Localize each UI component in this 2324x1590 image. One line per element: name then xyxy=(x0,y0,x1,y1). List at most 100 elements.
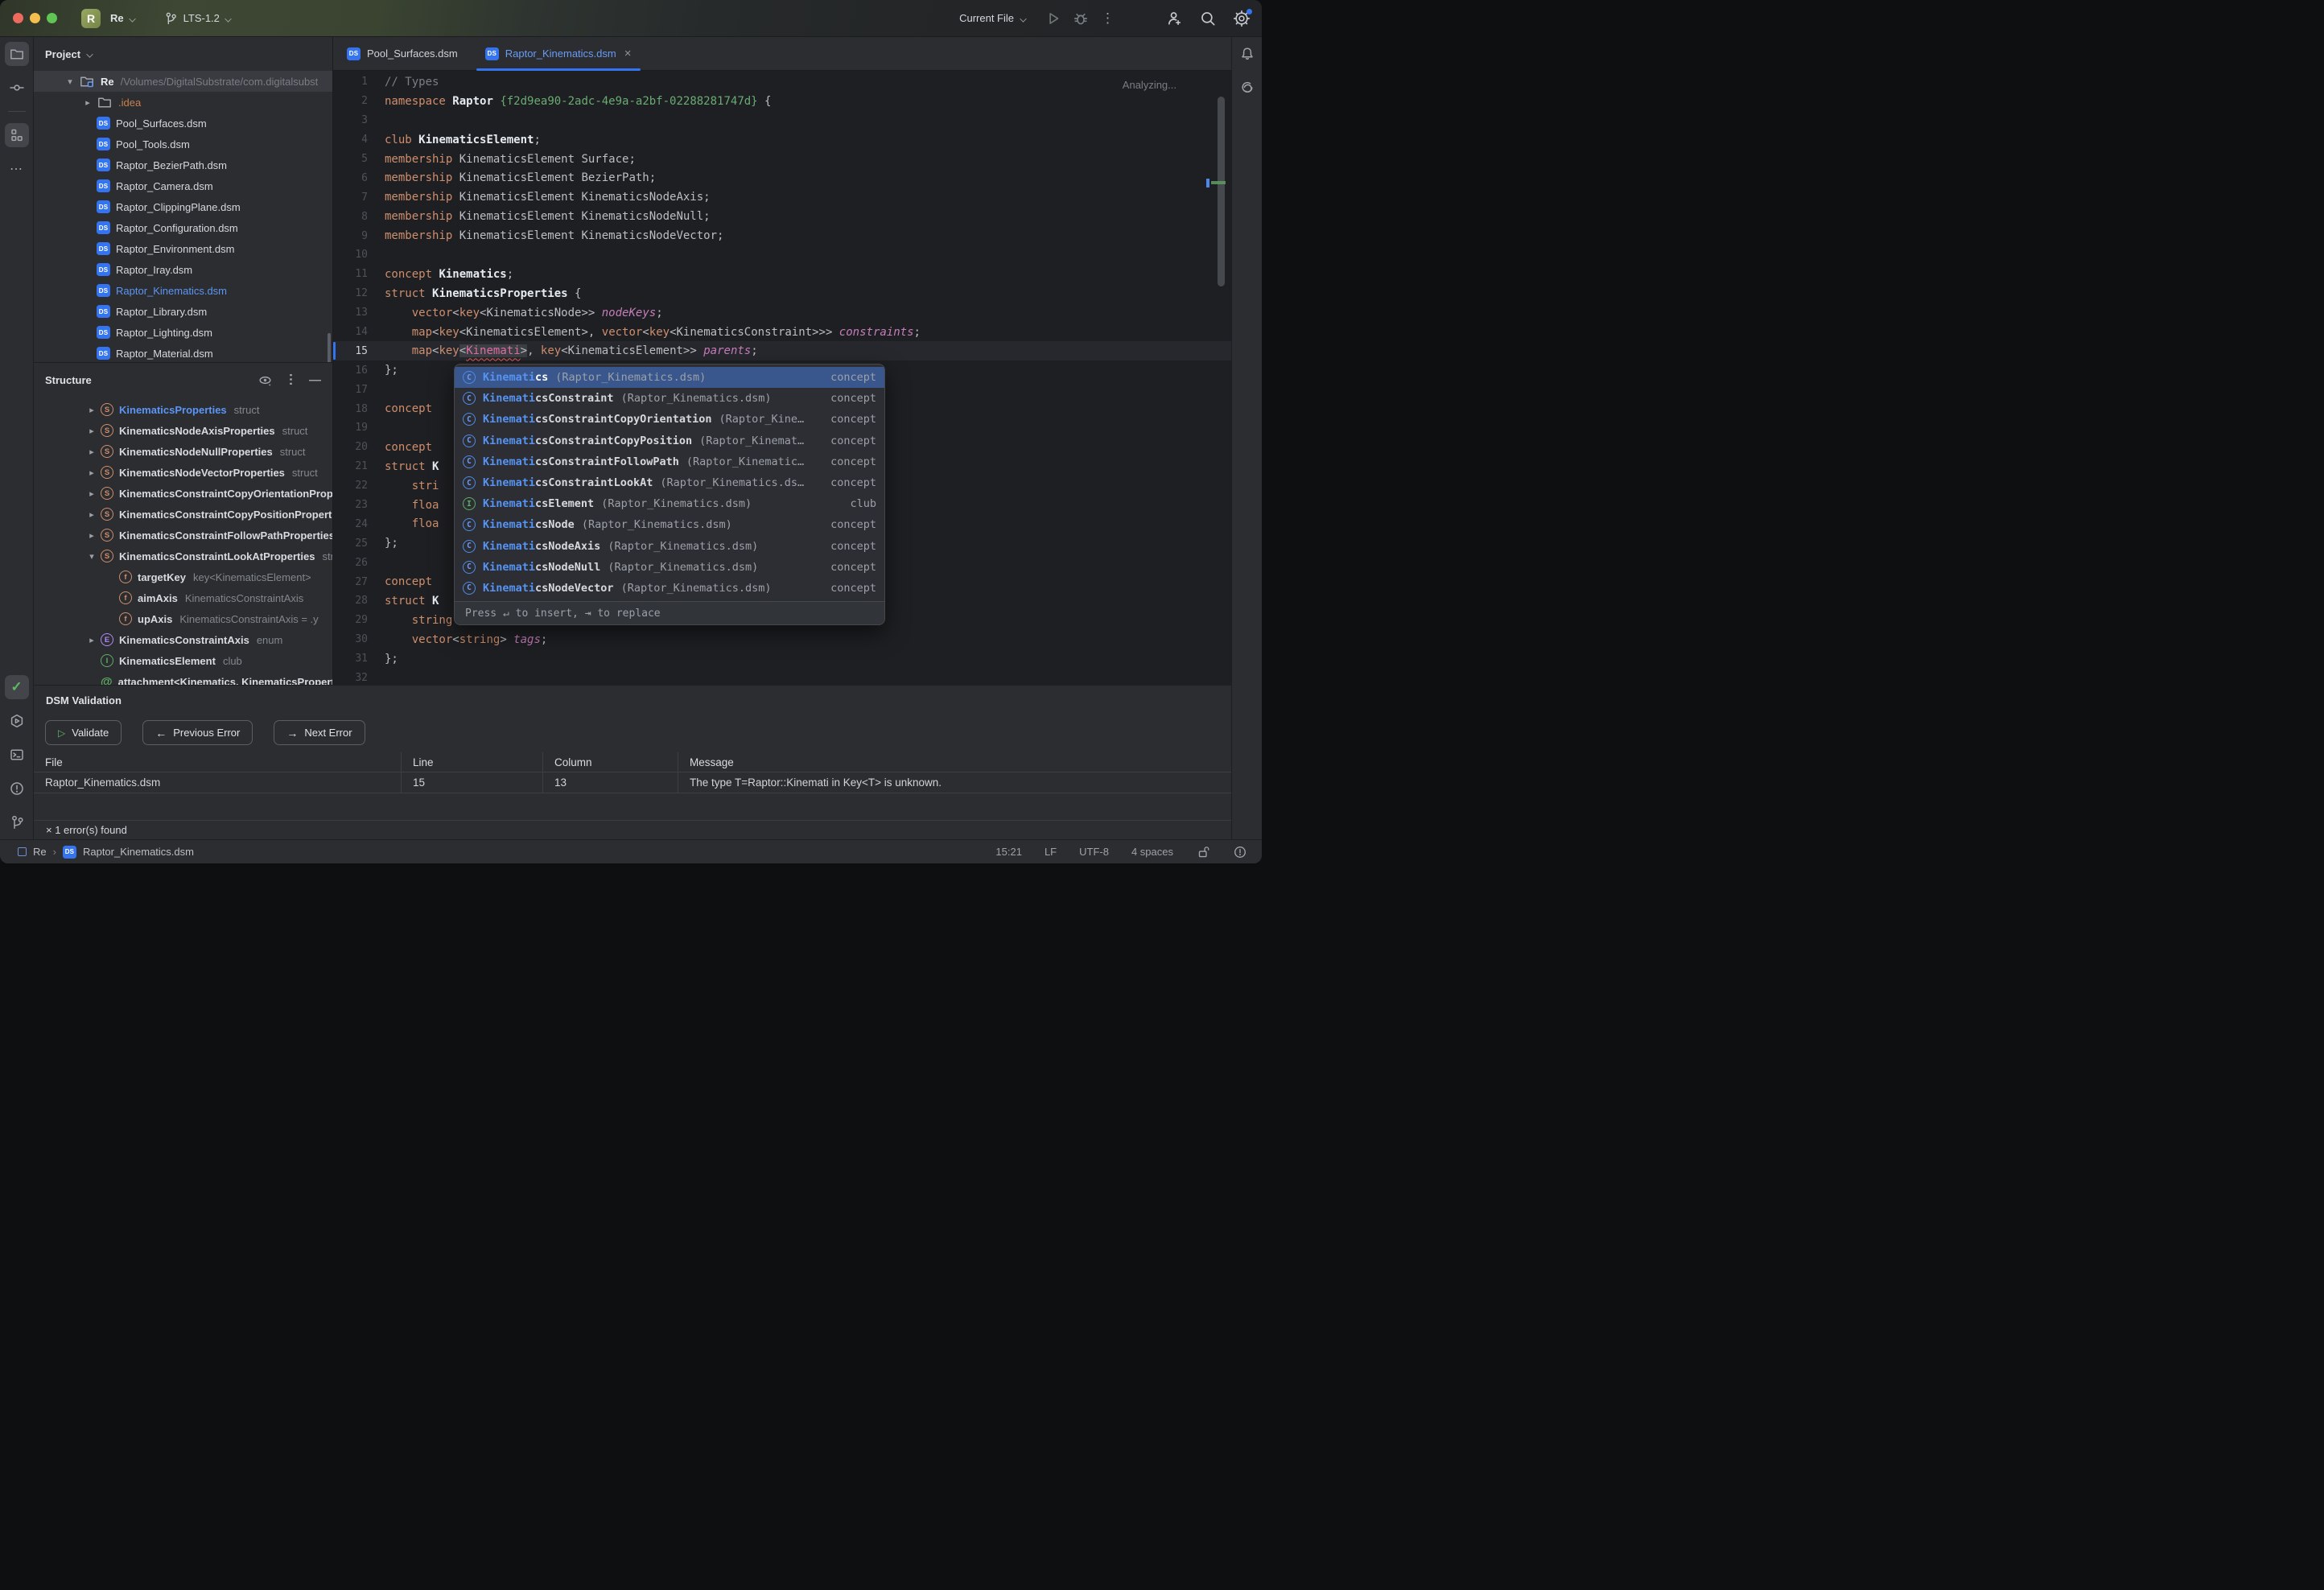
project-scrollbar[interactable] xyxy=(328,333,331,362)
code-line[interactable]: 12struct KinematicsProperties { xyxy=(333,284,1231,303)
structure-item[interactable]: ▸SKinematicsNodeNullPropertiesstruct xyxy=(34,441,332,462)
view-options-icon[interactable] xyxy=(258,373,273,388)
project-tree-item[interactable]: DSPool_Surfaces.dsm xyxy=(34,113,332,134)
chevron-icon[interactable]: ▸ xyxy=(83,468,101,478)
project-tree-item[interactable]: DSRaptor_Iray.dsm xyxy=(34,259,332,280)
table-row[interactable]: Raptor_Kinematics.dsm1513The type T=Rapt… xyxy=(34,772,1231,793)
run-configuration-selector[interactable]: Current File xyxy=(959,12,1027,24)
chevron-icon[interactable]: ▸ xyxy=(79,97,97,108)
code-line[interactable]: 30 vector<string> tags; xyxy=(333,630,1231,649)
completion-item[interactable]: CKinematicsNode(Raptor_Kinematics.dsm)co… xyxy=(455,514,884,535)
terminal-tool-button[interactable] xyxy=(5,743,29,767)
chevron-icon[interactable]: ▾ xyxy=(83,551,101,562)
code-line[interactable]: 4club KinematicsElement; xyxy=(333,130,1231,150)
code-line[interactable]: 11concept Kinematics; xyxy=(333,265,1231,284)
scrollbar-caret-marker[interactable] xyxy=(1206,179,1209,187)
completion-item[interactable]: CKinematicsConstraintLookAt(Raptor_Kinem… xyxy=(455,472,884,493)
structure-item[interactable]: ▸EKinematicsConstraintAxisenum xyxy=(34,629,332,650)
chevron-icon[interactable]: ▸ xyxy=(83,635,101,645)
chevron-icon[interactable]: ▸ xyxy=(83,426,101,436)
close-tab-icon[interactable]: × xyxy=(624,47,632,60)
editor-scrollbar[interactable] xyxy=(1218,97,1225,286)
code-line[interactable]: 13 vector<key<KinematicsNode>> nodeKeys; xyxy=(333,303,1231,323)
project-tree-item[interactable]: DSRaptor_Library.dsm xyxy=(34,301,332,322)
structure-item[interactable]: ▸SKinematicsNodeVectorPropertiesstruct xyxy=(34,462,332,483)
chevron-icon[interactable]: ▸ xyxy=(83,447,101,457)
line-ending[interactable]: LF xyxy=(1045,846,1057,858)
maximize-window-button[interactable] xyxy=(47,13,57,23)
services-tool-button[interactable] xyxy=(5,709,29,733)
unlocked-icon[interactable] xyxy=(1196,845,1210,859)
more-tools-button[interactable]: ⋯ xyxy=(5,157,29,181)
code-line[interactable]: 31}; xyxy=(333,649,1231,669)
chevron-icon[interactable]: ▸ xyxy=(83,530,101,541)
structure-item[interactable]: ▸SKinematicsConstraintFollowPathProperti… xyxy=(34,525,332,546)
chevron-icon[interactable]: ▸ xyxy=(83,405,101,415)
completion-item[interactable]: CKinematicsNodeVector(Raptor_Kinematics.… xyxy=(455,578,884,599)
project-tree-item[interactable]: DSRaptor_Camera.dsm xyxy=(34,175,332,196)
completion-item[interactable]: CKinematicsConstraintFollowPath(Raptor_K… xyxy=(455,451,884,472)
branch-switcher[interactable]: LTS-1.2 xyxy=(163,11,232,26)
code-line[interactable]: 7membership KinematicsElement Kinematics… xyxy=(333,187,1231,207)
completion-item[interactable]: CKinematicsConstraintCopyOrientation(Rap… xyxy=(455,409,884,430)
completion-item[interactable]: CKinematics(Raptor_Kinematics.dsm)concep… xyxy=(455,367,884,388)
code-with-me-button[interactable] xyxy=(1160,6,1188,31)
code-line[interactable]: 5membership KinematicsElement Surface; xyxy=(333,150,1231,169)
structure-tool-button[interactable] xyxy=(5,123,29,147)
structure-item[interactable]: @attachment<Kinematics, KinematicsProper… xyxy=(34,671,332,685)
structure-item[interactable]: ▸SKinematicsConstraintCopyOrientationPro… xyxy=(34,483,332,504)
code-area[interactable]: 1// Types2namespace Raptor {f2d9ea90-2ad… xyxy=(333,71,1231,685)
validation-tool-button[interactable]: ✓ xyxy=(5,675,29,699)
hide-panel-icon[interactable]: — xyxy=(309,373,321,387)
project-tree-item[interactable]: ▾Re/Volumes/DigitalSubstrate/com.digital… xyxy=(34,71,332,92)
commit-tool-button[interactable] xyxy=(5,76,29,100)
chevron-icon[interactable]: ▾ xyxy=(61,76,79,87)
structure-more-icon[interactable]: ⋯ xyxy=(283,373,299,387)
file-encoding[interactable]: UTF-8 xyxy=(1079,846,1109,858)
project-tree-item[interactable]: DSPool_Tools.dsm xyxy=(34,134,332,154)
project-tree-item[interactable]: DSRaptor_Kinematics.dsm xyxy=(34,280,332,301)
problems-tool-button[interactable] xyxy=(5,776,29,801)
close-window-button[interactable] xyxy=(13,13,23,23)
scrollbar-analysis-marker[interactable] xyxy=(1211,181,1226,184)
completion-item[interactable]: IKinematicsElement(Raptor_Kinematics.dsm… xyxy=(455,493,884,514)
inspections-icon[interactable] xyxy=(1233,845,1247,859)
code-line[interactable]: 8membership KinematicsElement Kinematics… xyxy=(333,207,1231,226)
completion-item[interactable]: CKinematicsNodeAxis(Raptor_Kinematics.ds… xyxy=(455,536,884,557)
structure-item[interactable]: ▸SKinematicsConstraintCopyPositionProper… xyxy=(34,504,332,525)
completion-item[interactable]: CKinematicsNodeNull(Raptor_Kinematics.ds… xyxy=(455,557,884,578)
structure-item[interactable]: faimAxisKinematicsConstraintAxis xyxy=(34,587,332,608)
code-line[interactable]: 3 xyxy=(333,111,1231,130)
code-line[interactable]: 6membership KinematicsElement BezierPath… xyxy=(333,168,1231,187)
structure-item[interactable]: ▾SKinematicsConstraintLookAtPropertiesst… xyxy=(34,546,332,566)
completion-item[interactable]: CKinematicsConstraint(Raptor_Kinematics.… xyxy=(455,388,884,409)
minimize-window-button[interactable] xyxy=(30,13,40,23)
editor-tab[interactable]: DSRaptor_Kinematics.dsm× xyxy=(472,37,645,70)
structure-item[interactable]: fupAxisKinematicsConstraintAxis = .y xyxy=(34,608,332,629)
project-tree-item[interactable]: DSRaptor_BezierPath.dsm xyxy=(34,154,332,175)
project-tree-item[interactable]: DSRaptor_ClippingPlane.dsm xyxy=(34,196,332,217)
code-line[interactable]: 10 xyxy=(333,245,1231,265)
structure-item[interactable]: IKinematicsElementclub xyxy=(34,650,332,671)
code-line[interactable]: 2namespace Raptor {f2d9ea90-2adc-4e9a-a2… xyxy=(333,92,1231,111)
project-switcher[interactable]: Re xyxy=(110,12,136,24)
structure-item[interactable]: ftargetKeykey<KinematicsElement> xyxy=(34,566,332,587)
search-everywhere-button[interactable] xyxy=(1194,6,1222,31)
notifications-tool-button[interactable] xyxy=(1235,42,1259,66)
project-tree-item[interactable]: DSRaptor_Configuration.dsm xyxy=(34,217,332,238)
version-control-tool-button[interactable] xyxy=(5,810,29,834)
code-line[interactable]: 15 map<key<Kinemati>, key<KinematicsElem… xyxy=(333,341,1231,360)
debug-button[interactable] xyxy=(1067,6,1094,31)
code-line[interactable]: 1// Types xyxy=(333,72,1231,92)
project-tree-item[interactable]: DSRaptor_Environment.dsm xyxy=(34,238,332,259)
more-actions-button[interactable]: ⋮ xyxy=(1094,6,1122,31)
previous-error-button[interactable]: ←Previous Error xyxy=(142,720,253,745)
editor-tab[interactable]: DSPool_Surfaces.dsm xyxy=(333,37,472,70)
run-button[interactable] xyxy=(1040,6,1067,31)
project-tree-item[interactable]: DSRaptor_Material.dsm xyxy=(34,343,332,362)
chevron-icon[interactable]: ▸ xyxy=(83,509,101,520)
validate-button[interactable]: ▷Validate xyxy=(45,720,122,745)
code-line[interactable]: 9membership KinematicsElement Kinematics… xyxy=(333,226,1231,245)
project-tree-item[interactable]: DSRaptor_Lighting.dsm xyxy=(34,322,332,343)
indent-style[interactable]: 4 spaces xyxy=(1131,846,1173,858)
